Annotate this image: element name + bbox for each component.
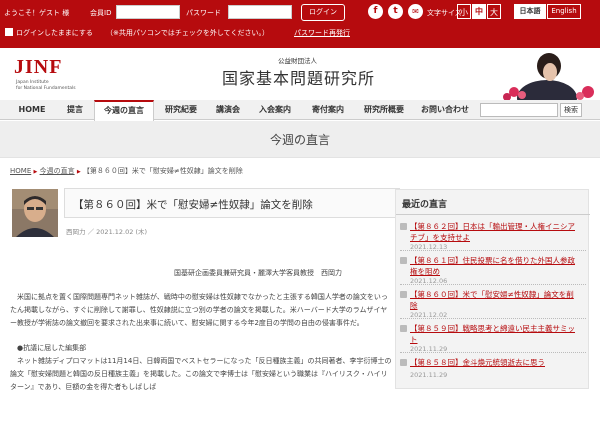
page-title-band: 今週の直言 <box>0 121 600 158</box>
document-icon <box>400 257 407 264</box>
sidebar-item-title[interactable]: 【第８６０回】米で「慰安婦≠性奴隷」論文を削除 <box>410 289 580 311</box>
lang-ja-button[interactable]: 日本語 <box>514 4 546 19</box>
nav-weekly-opinion[interactable]: 今週の直言 <box>94 100 154 121</box>
org-name: 国家基本問題研究所 <box>222 69 376 88</box>
top-bar: ようこそ！ゲスト 様 会員ID パスワード ログイン f t ✉ 文字サイズ 小… <box>0 0 600 48</box>
sidebar-item[interactable]: 【第８５８回】金斗煥元統領逝去に思う 2021.11.29 <box>400 357 586 387</box>
logo-subtitle: Japan Institute for National Fundamental… <box>16 80 76 92</box>
sidebar-title: 最近の直言 <box>402 200 448 210</box>
reissue-password-link[interactable]: パスワード再発行 <box>294 28 350 38</box>
sidebar-item-date: 2021.12.13 <box>410 243 448 251</box>
nav-bulletin[interactable]: 研究紀要 <box>156 100 206 120</box>
member-id-input[interactable] <box>116 5 180 19</box>
main-nav: HOME 提言 今週の直言 研究紀要 講演会 入会案内 寄付案内 研究所概要 お… <box>0 100 600 121</box>
member-id-label: 会員ID <box>90 9 112 17</box>
sidebar-item[interactable]: 【第８６０回】米で「慰安婦≠性奴隷」論文を削除 2021.12.02 <box>400 289 586 319</box>
org-type: 公益財団法人 <box>278 57 317 65</box>
nav-about[interactable]: 研究所概要 <box>356 100 412 120</box>
article-title: 【第８６０回】米で「慰安婦≠性奴隷」論文を削除 <box>73 199 313 211</box>
document-icon <box>400 325 407 332</box>
breadcrumb-home[interactable]: HOME <box>10 167 31 175</box>
document-icon <box>400 291 407 298</box>
breadcrumb: HOME ▶ 今週の直言 ▶ 【第８６０回】米で「慰安婦≠性奴隷」論文を削除 <box>10 166 243 176</box>
nav-proposals[interactable]: 提言 <box>58 100 92 120</box>
password-input[interactable] <box>228 5 292 19</box>
sidebar-item[interactable]: 【第８６１回】住民投票に名を借りた外国人参政権を阻め 2021.12.06 <box>400 255 586 285</box>
breadcrumb-current: 【第８６０回】米で「慰安婦≠性奴隷」論文を削除 <box>82 167 243 175</box>
twitter-icon[interactable]: t <box>388 4 403 19</box>
keep-login-note: （※共用パソコンではチェックを外してください。） <box>106 29 269 37</box>
article-paragraph: ネット雑誌ディプロマットは11月14日、日韓両国でベストセラーになった「反日種族… <box>10 357 392 391</box>
sidebar-item-date: 2021.11.29 <box>410 345 448 353</box>
article-subheading: ●抗議に屈した編集部 <box>17 344 87 352</box>
portrait-photo <box>492 48 600 100</box>
article-date-separator: ／ <box>87 228 95 236</box>
article-body: 米国に拠点を置く国際問題専門ネット雑誌が、戦時中の慰安婦は性奴隷でなかったと主張… <box>10 291 394 394</box>
nav-home[interactable]: HOME <box>10 100 54 120</box>
lang-en-button[interactable]: English <box>547 4 581 19</box>
page-title: 今週の直言 <box>269 133 330 147</box>
font-size-medium[interactable]: 中 <box>472 4 486 19</box>
font-size-large[interactable]: 大 <box>487 4 501 19</box>
sidebar-item-title[interactable]: 【第８５８回】金斗煥元統領逝去に思う <box>410 357 580 368</box>
article-meta: 西岡力 ／ 2021.12.02 (木) <box>66 226 147 236</box>
article-byline: 国基研企画委員兼研究員・麗澤大学客員教授 西岡力 <box>174 269 342 277</box>
logo-subtitle-line2: for National Fundamentals <box>16 86 76 91</box>
keep-login-checkbox[interactable] <box>5 28 13 36</box>
sidebar-item[interactable]: 【第８５９回】戦略思考と綿遠い民主主義サミット 2021.11.29 <box>400 323 586 353</box>
nav-lectures[interactable]: 講演会 <box>208 100 248 120</box>
article-author: 西岡力 <box>66 228 86 236</box>
article-date: 2021.12.02 (木) <box>96 228 148 236</box>
keep-login-label: ログインしたままにする <box>16 29 93 37</box>
login-button[interactable]: ログイン <box>301 4 345 21</box>
welcome-text: ようこそ！ゲスト 様 <box>4 9 70 17</box>
font-size-small[interactable]: 小 <box>457 4 471 19</box>
sidebar-item-title[interactable]: 【第８６２回】日本は「輸出管理・人権イニシアチブ」を支持せよ <box>410 221 580 243</box>
sidebar-item-title[interactable]: 【第８６１回】住民投票に名を借りた外国人参政権を阻め <box>410 255 580 277</box>
search-button[interactable]: 検索 <box>560 103 582 117</box>
breadcrumb-section[interactable]: 今週の直言 <box>40 167 75 175</box>
article-title-box: 【第８６０回】米で「慰安婦≠性奴隷」論文を削除 <box>64 188 400 218</box>
article-paragraph: 米国に拠点を置く国際問題専門ネット雑誌が、戦時中の慰安婦は性奴隷でなかったと主張… <box>10 293 388 327</box>
facebook-icon[interactable]: f <box>368 4 383 19</box>
main-content: HOME ▶ 今週の直言 ▶ 【第８６０回】米で「慰安婦≠性奴隷」論文を削除 【… <box>0 158 600 434</box>
site-header: JINF Japan Institute for National Fundam… <box>0 48 600 100</box>
breadcrumb-separator-icon: ▶ <box>76 169 81 175</box>
sidebar-item[interactable]: 【第８６２回】日本は「輸出管理・人権イニシアチブ」を支持せよ 2021.12.1… <box>400 221 586 251</box>
sidebar-item-title[interactable]: 【第８５９回】戦略思考と綿遠い民主主義サミット <box>410 323 580 345</box>
nav-donation[interactable]: 寄付案内 <box>302 100 354 120</box>
sidebar-item-date: 2021.11.29 <box>410 371 448 379</box>
nav-membership[interactable]: 入会案内 <box>250 100 300 120</box>
nav-contact[interactable]: お問い合わせ <box>414 100 476 120</box>
sidebar-divider <box>396 214 590 215</box>
sidebar-item-date: 2021.12.06 <box>410 277 448 285</box>
search-input[interactable] <box>480 103 558 117</box>
logo[interactable]: JINF <box>14 56 62 79</box>
sidebar-item-date: 2021.12.02 <box>410 311 448 319</box>
document-icon <box>400 359 407 366</box>
email-icon[interactable]: ✉ <box>408 4 423 19</box>
password-label: パスワード <box>186 9 221 17</box>
breadcrumb-separator-icon: ▶ <box>33 169 38 175</box>
sidebar-recent: 最近の直言 【第８６２回】日本は「輸出管理・人権イニシアチブ」を支持せよ 202… <box>395 189 590 389</box>
document-icon <box>400 223 407 230</box>
author-photo <box>12 189 58 237</box>
